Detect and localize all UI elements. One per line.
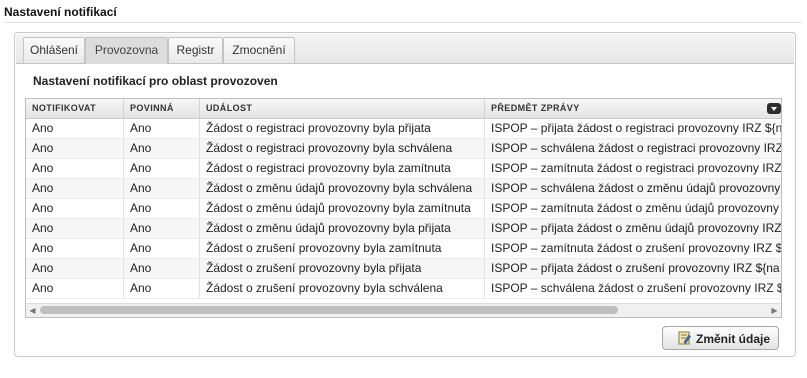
section-title: Nastavení notifikací pro oblast provozov… [33, 74, 278, 88]
column-header-povinna[interactable]: POVINNÁ [124, 99, 200, 118]
table-row[interactable]: Ano Ano Žádost o zrušení provozovny byla p… [26, 259, 781, 279]
table-row[interactable]: Ano Ano Žádost o změnu údajů provozovny by… [26, 179, 781, 199]
cell-predmet: ISPOP – přijata žádost o zrušení provozo… [491, 261, 780, 275]
change-details-label: Změnit údaje [696, 332, 771, 346]
cell-povinna: Ano [124, 279, 200, 298]
cell-predmet: ISPOP – zamítnuta žádost o zrušení provo… [491, 241, 782, 255]
tab-ohlaseni[interactable]: Ohlášení [23, 37, 85, 63]
cell-povinna: Ano [124, 239, 200, 258]
column-header-udalost[interactable]: UDÁLOST [200, 99, 485, 118]
cell-udalost: Žádost o změnu údajů provozovny byla zam… [200, 199, 485, 218]
page-title: Nastavení notifikací [4, 5, 117, 19]
cell-udalost: Žádost o registraci provozovny byla přij… [200, 119, 485, 138]
cell-predmet: ISPOP – schválena žádost o zrušení provo… [491, 281, 782, 295]
column-header-label: PŘEDMĚT ZPRÁVY [491, 103, 580, 113]
scroll-left-icon[interactable]: ◀ [26, 304, 39, 317]
table-row[interactable]: Ano Ano Žádost o zrušení provozovny byla z… [26, 239, 782, 259]
cell-notifikovat: Ano [26, 119, 124, 138]
notifications-grid: NOTIFIKOVAT POVINNÁ UDÁLOST PŘEDMĚT ZPRÁ… [25, 98, 782, 318]
scrollbar-thumb[interactable] [40, 306, 618, 314]
cell-notifikovat: Ano [26, 179, 124, 198]
cell-notifikovat: Ano [26, 139, 124, 158]
cell-predmet: ISPOP – schválena žádost o registraci pr… [491, 141, 782, 155]
cell-predmet: ISPOP – schválena žádost o změnu údajů p… [491, 181, 781, 195]
cell-notifikovat: Ano [26, 199, 124, 218]
cell-predmet: ISPOP – přijata žádost o registraci prov… [491, 121, 782, 135]
cell-povinna: Ano [124, 199, 200, 218]
tab-provozovna[interactable]: Provozovna [85, 37, 168, 64]
column-header-predmet-zpravy[interactable]: PŘEDMĚT ZPRÁVY [485, 99, 781, 118]
cell-udalost: Žádost o změnu údajů provozovny byla sch… [200, 179, 485, 198]
cell-povinna: Ano [124, 259, 200, 278]
notifications-panel: Ohlášení Provozovna Registr Zmocnění Nas… [14, 32, 796, 357]
table-row[interactable]: Ano Ano Žádost o registraci provozovny byl… [26, 159, 782, 179]
cell-predmet: ISPOP – zamítnuta žádost o registraci pr… [491, 161, 782, 175]
cell-notifikovat: Ano [26, 239, 124, 258]
cell-notifikovat: Ano [26, 279, 124, 298]
cell-udalost: Žádost o zrušení provozovny byla přijata [200, 259, 485, 278]
cell-povinna: Ano [124, 219, 200, 238]
column-menu-dropdown-icon[interactable] [767, 103, 781, 114]
table-row[interactable]: Ano Ano Žádost o změnu údajů provozovny by… [26, 199, 781, 219]
edit-document-icon [678, 331, 691, 345]
tab-bar: Ohlášení Provozovna Registr Zmocnění [16, 34, 794, 64]
table-row[interactable]: Ano Ano Žádost o registraci provozovny byl… [26, 139, 782, 159]
table-row[interactable]: Ano Ano Žádost o registraci provozovny byl… [26, 119, 782, 139]
cell-notifikovat: Ano [26, 219, 124, 238]
tab-zmocneni[interactable]: Zmocnění [223, 37, 295, 63]
cell-predmet: ISPOP – zamítnuta žádost o změnu údajů p… [491, 201, 779, 215]
column-header-notifikovat[interactable]: NOTIFIKOVAT [26, 99, 124, 118]
tab-registr[interactable]: Registr [168, 37, 223, 63]
cell-povinna: Ano [124, 159, 200, 178]
horizontal-scrollbar[interactable]: ◀ ▶ [26, 303, 781, 317]
cell-notifikovat: Ano [26, 259, 124, 278]
grid-header: NOTIFIKOVAT POVINNÁ UDÁLOST PŘEDMĚT ZPRÁ… [26, 99, 781, 119]
cell-udalost: Žádost o registraci provozovny byla schv… [200, 139, 485, 158]
scroll-right-icon[interactable]: ▶ [768, 304, 781, 317]
cell-udalost: Žádost o změnu údajů provozovny byla při… [200, 219, 485, 238]
table-row[interactable]: Ano Ano Žádost o zrušení provozovny byla s… [26, 279, 782, 299]
cell-notifikovat: Ano [26, 159, 124, 178]
cell-povinna: Ano [124, 179, 200, 198]
cell-povinna: Ano [124, 119, 200, 138]
change-details-button[interactable]: Změnit údaje [662, 326, 779, 350]
cell-povinna: Ano [124, 139, 200, 158]
cell-udalost: Žádost o zrušení provozovny byla schvále… [200, 279, 485, 298]
title-divider [4, 22, 802, 23]
table-row[interactable]: Ano Ano Žádost o změnu údajů provozovny by… [26, 219, 782, 239]
cell-predmet: ISPOP – přijata žádost o změnu údajů pro… [491, 221, 782, 235]
cell-udalost: Žádost o zrušení provozovny byla zamítnu… [200, 239, 485, 258]
cell-udalost: Žádost o registraci provozovny byla zamí… [200, 159, 485, 178]
